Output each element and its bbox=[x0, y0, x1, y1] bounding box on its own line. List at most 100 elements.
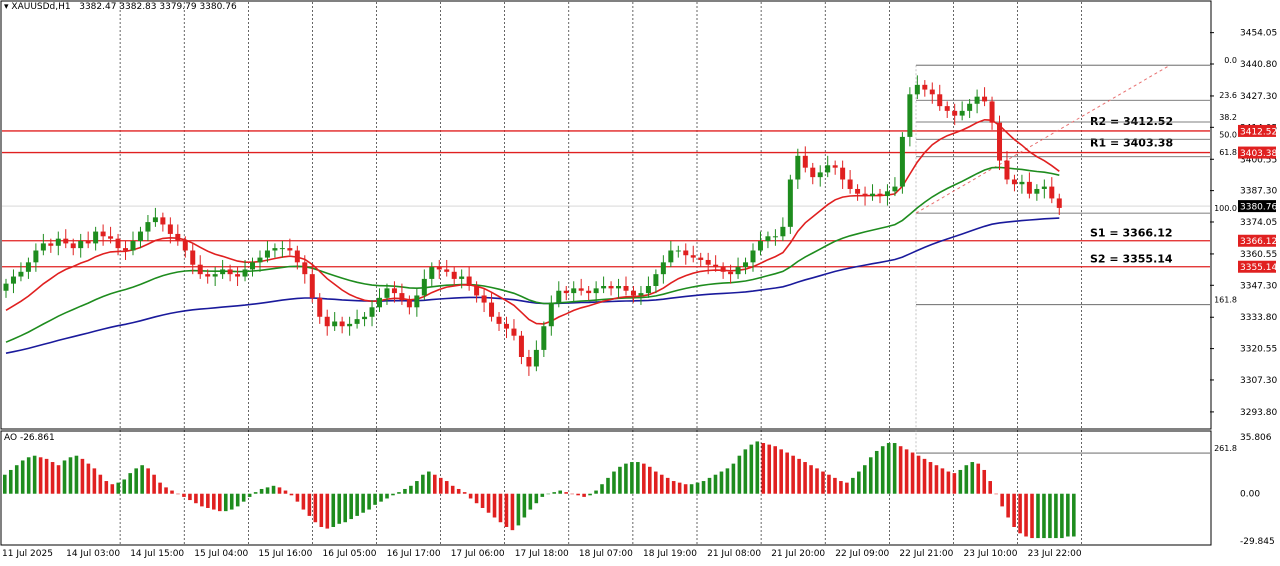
ao-bar bbox=[737, 455, 742, 494]
candle-body bbox=[70, 243, 76, 249]
ao-bar bbox=[86, 463, 91, 494]
candle-body bbox=[257, 257, 263, 263]
ao-bar bbox=[857, 471, 861, 494]
ao-bar bbox=[1060, 493, 1064, 539]
collapse-arrow-icon[interactable]: ▾ bbox=[4, 2, 9, 12]
ao-bar bbox=[271, 485, 276, 494]
ao-bar bbox=[665, 477, 670, 494]
candle-body bbox=[855, 188, 861, 194]
ao-bar bbox=[283, 490, 288, 494]
ao-bar bbox=[152, 474, 156, 494]
level-label: S1 = 3366.12 bbox=[1090, 227, 1173, 240]
x-tick-label: 16 Jul 17:00 bbox=[387, 549, 441, 559]
candle-body bbox=[399, 293, 405, 301]
candle-body bbox=[250, 262, 256, 270]
ao-bar bbox=[767, 444, 772, 494]
candle-body bbox=[354, 319, 360, 324]
ao-bar bbox=[1012, 493, 1016, 527]
candle-body bbox=[772, 236, 778, 238]
candle-body bbox=[698, 257, 704, 260]
ao-bar bbox=[863, 465, 867, 494]
candle-body bbox=[914, 84, 920, 95]
candle-body bbox=[862, 193, 868, 197]
ao-bar bbox=[200, 493, 204, 507]
price-tag-label: 3355.14 bbox=[1240, 263, 1277, 273]
ao-bar bbox=[229, 493, 234, 510]
ao-bar bbox=[755, 441, 760, 494]
x-tick-label: 18 Jul 19:00 bbox=[643, 549, 697, 559]
candle-body bbox=[705, 259, 711, 265]
ao-bar bbox=[630, 462, 634, 494]
ao-bar bbox=[677, 482, 682, 494]
candle-body bbox=[197, 264, 203, 275]
candle-body bbox=[974, 96, 980, 104]
y-tick-label: 3293.80 bbox=[1240, 408, 1277, 418]
ao-bar bbox=[206, 493, 210, 508]
x-tick-label: 17 Jul 06:00 bbox=[451, 549, 505, 559]
candle-body bbox=[130, 241, 136, 251]
ao-bar bbox=[701, 481, 706, 494]
candle-body bbox=[556, 290, 562, 303]
candle-body bbox=[182, 241, 188, 251]
candle-body bbox=[892, 186, 898, 192]
candle-body bbox=[578, 288, 584, 291]
ao-bar bbox=[570, 493, 574, 495]
ao-bar bbox=[725, 468, 730, 494]
candle-body bbox=[802, 155, 808, 168]
ao-bar bbox=[134, 468, 138, 494]
ao-bar bbox=[462, 492, 467, 494]
ao-bar bbox=[122, 479, 127, 494]
candle-body bbox=[750, 250, 756, 263]
candle-body bbox=[406, 300, 412, 308]
ao-bar bbox=[68, 457, 73, 494]
candle-body bbox=[847, 179, 853, 189]
ao-bar bbox=[659, 474, 664, 494]
candle-body bbox=[1004, 160, 1010, 180]
ao-bar bbox=[934, 465, 939, 494]
ao-bar bbox=[212, 493, 216, 510]
candle-body bbox=[616, 286, 622, 289]
ao-bar bbox=[779, 449, 783, 494]
candle-body bbox=[937, 94, 943, 107]
ao-tick-label: -29.845 bbox=[1240, 537, 1275, 547]
ao-bar bbox=[409, 485, 413, 494]
ao-bar bbox=[14, 465, 19, 494]
candle-body bbox=[967, 103, 973, 111]
candle-body bbox=[832, 165, 838, 168]
candle-body bbox=[481, 295, 487, 303]
candle-body bbox=[123, 248, 129, 251]
ao-bar bbox=[1066, 493, 1070, 537]
ao-bar bbox=[898, 446, 903, 494]
ao-bar bbox=[1054, 493, 1058, 539]
candle-body bbox=[728, 271, 734, 275]
ao-bar bbox=[868, 457, 873, 494]
candle-body bbox=[317, 297, 323, 317]
candle-body bbox=[959, 110, 965, 116]
ao-bar bbox=[456, 488, 461, 494]
candle-body bbox=[347, 323, 353, 327]
ao-bar bbox=[522, 493, 527, 518]
ao-bar bbox=[552, 492, 557, 494]
candle-body bbox=[1041, 186, 1047, 189]
ao-bar bbox=[140, 465, 144, 494]
ao-bar bbox=[182, 493, 186, 497]
ao-bar bbox=[880, 446, 885, 494]
candle-body bbox=[212, 274, 218, 277]
ao-bar bbox=[910, 452, 915, 494]
ao-bar bbox=[922, 458, 927, 494]
symbol-label: XAUUSDd,H1 bbox=[11, 2, 71, 12]
ao-bar bbox=[343, 493, 347, 523]
ao-bar bbox=[845, 482, 849, 494]
ao-bar bbox=[92, 468, 97, 494]
candle-body bbox=[332, 321, 338, 327]
candle-body bbox=[870, 193, 876, 197]
y-tick-label: 3387.30 bbox=[1240, 187, 1277, 197]
ao-bar bbox=[62, 460, 67, 494]
ao-bar bbox=[223, 493, 228, 512]
chart-window[interactable]: R2 = 3412.52 R1 = 3403.38 S1 = 3366.12 S2 =… bbox=[0, 0, 1280, 561]
candle-body bbox=[324, 316, 330, 327]
ao-bar bbox=[594, 490, 598, 494]
x-tick-label: 17 Jul 18:00 bbox=[515, 549, 569, 559]
price-chart[interactable]: R2 = 3412.52 R1 = 3403.38 S1 = 3366.12 S2 =… bbox=[0, 0, 1280, 561]
candle-body bbox=[952, 110, 958, 116]
